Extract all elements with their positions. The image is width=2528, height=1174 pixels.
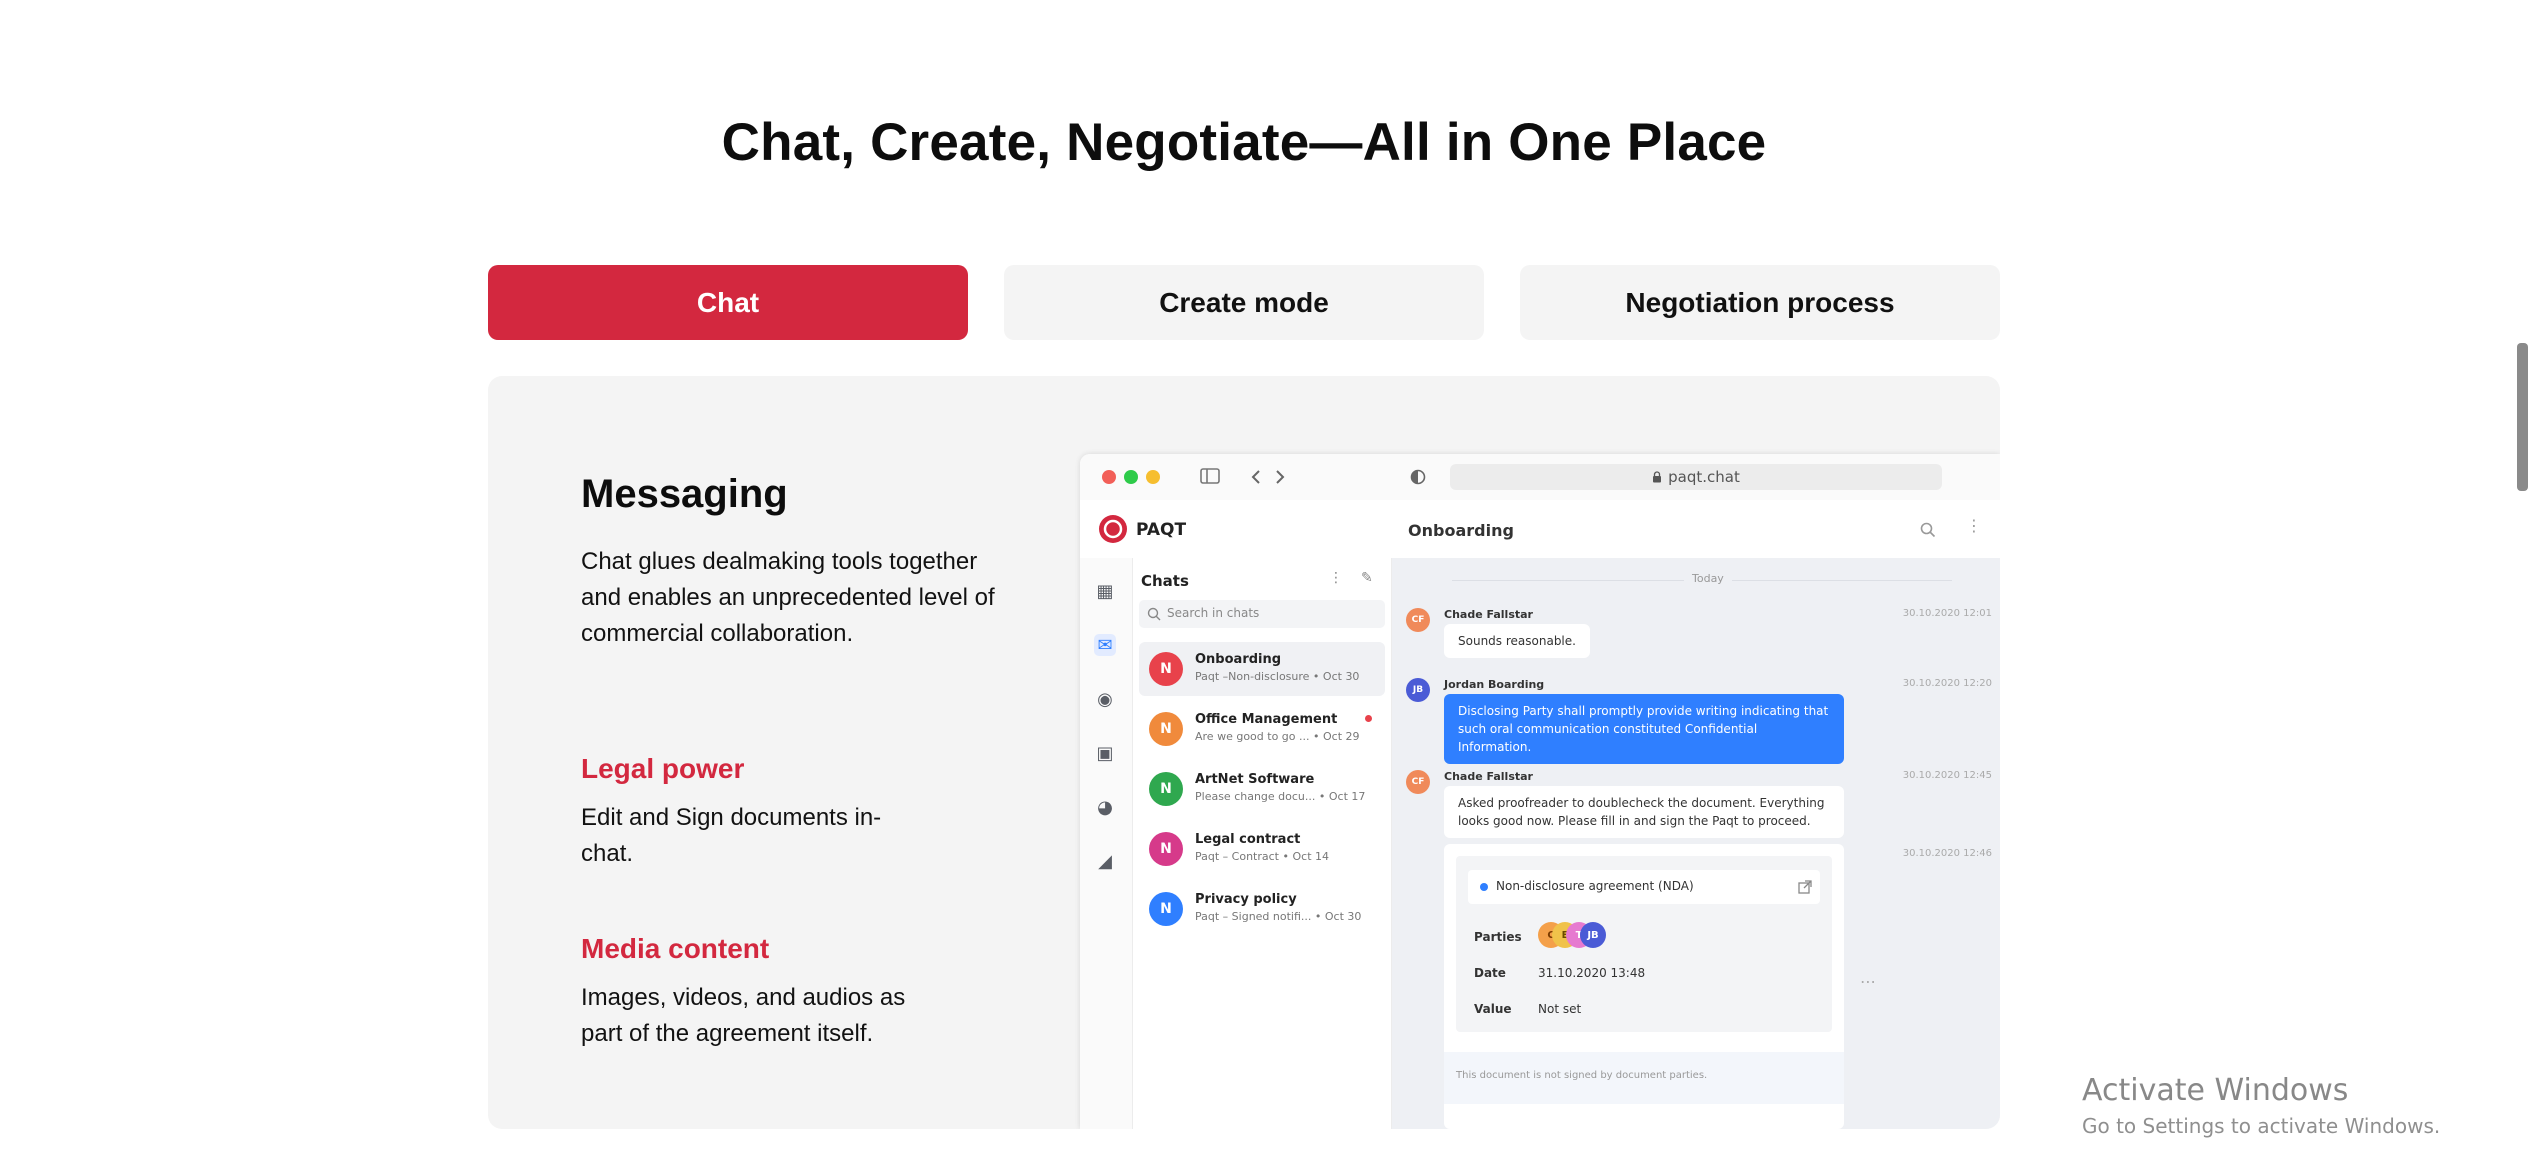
cards-icon[interactable]: ◢ [1094,850,1116,872]
chat-name: Office Management [1195,712,1338,727]
chat-avatar: N [1149,652,1183,686]
search-icon[interactable] [1920,522,1936,538]
document-footer: This document is not signed by document … [1444,1052,1844,1104]
message-time: 30.10.2020 12:20 [1902,678,1992,689]
url-text: paqt.chat [1668,468,1740,486]
chat-item[interactable]: N Office Management Are we good to go ..… [1139,702,1385,756]
message-bubble: Disclosing Party shall promptly provide … [1444,694,1844,764]
chat-preview: Please change docu... • Oct 17 [1195,790,1366,803]
chat-search-field[interactable]: Search in chats [1139,600,1385,628]
message-time: 30.10.2020 12:45 [1902,770,1992,781]
unread-badge [1365,715,1372,722]
chat-avatar: N [1149,712,1183,746]
compose-icon[interactable]: ✎ [1361,570,1373,586]
dashboard-icon[interactable]: ▦ [1094,580,1116,602]
tab-create-mode[interactable]: Create mode [1004,265,1484,340]
messaging-title: Messaging [581,472,788,516]
open-external-icon[interactable] [1798,880,1812,894]
back-arrow-icon [1251,470,1260,484]
media-content-title: Media content [581,933,770,964]
message-author: Chade Fallstar [1444,608,1533,621]
message-avatar: CF [1406,608,1430,632]
chat-preview: Paqt – Contract • Oct 14 [1195,850,1329,863]
more-options-icon[interactable]: ⋮ [1966,518,1982,534]
message-bubble: Asked proofreader to doublecheck the doc… [1444,786,1844,838]
chat-preview: Are we good to go ... • Oct 29 [1195,730,1360,743]
document-card-body: Non-disclosure agreement (NDA) Parties C… [1456,856,1832,1032]
chat-item[interactable]: N Privacy policy Paqt – Signed notifi...… [1139,882,1385,936]
chat-name: Privacy policy [1195,892,1297,907]
tab-negotiation-process[interactable]: Negotiation process [1520,265,2000,340]
chat-name: ArtNet Software [1195,772,1315,787]
chat-item[interactable]: N ArtNet Software Please change docu... … [1139,762,1385,816]
message-avatar: JB [1406,678,1430,702]
maximize-dot [1146,470,1160,484]
lock-icon [1653,471,1662,483]
message-avatar: CF [1406,770,1430,794]
chat-item[interactable]: N Legal contract Paqt – Contract • Oct 1… [1139,822,1385,876]
message-time: 30.10.2020 12:46 [1902,848,1992,859]
chat-avatar: N [1149,832,1183,866]
value-value: Not set [1538,1002,1582,1016]
chat-preview: Paqt – Signed notifi... • Oct 30 [1195,910,1362,923]
message-author: Chade Fallstar [1444,770,1533,783]
chat-preview: Paqt –Non-disclosure • Oct 30 [1195,670,1360,683]
date-value: 31.10.2020 13:48 [1538,966,1646,980]
chat-search-placeholder: Search in chats [1167,606,1260,620]
media-content-text: Images, videos, and audios as part of th… [581,984,906,1047]
parties-label: Parties [1474,930,1522,944]
watermark-title: Activate Windows [2082,1073,2349,1108]
party-avatar: JB [1580,922,1606,948]
feature-panel: Messaging Chat glues dealmaking tools to… [488,376,2000,1129]
message-bubble: Sounds reasonable. [1444,624,1590,658]
paqt-logo-icon [1099,515,1127,543]
shield-icon [1410,469,1426,485]
message-area: Today CF Chade Fallstar 30.10.2020 12:01… [1392,558,2000,1129]
document-card[interactable]: Non-disclosure agreement (NDA) Parties C… [1444,844,1844,1129]
chat-avatar: N [1149,892,1183,926]
close-dot [1102,470,1116,484]
contacts-icon[interactable]: ▣ [1094,742,1116,764]
date-label: Date [1474,966,1506,980]
message-time: 30.10.2020 12:01 [1902,608,1992,619]
legal-power-text: Edit and Sign documents in-chat. [581,804,882,867]
chats-header: Chats [1141,572,1189,590]
app-screenshot: paqt.chat PAQT Onboarding ⋮ ▦ ✉ ◉ ▣ ◕ ◢ … [1080,454,2000,1129]
document-title: Non-disclosure agreement (NDA) [1496,879,1694,893]
conversation-title: Onboarding [1408,521,1514,540]
forward-arrow-icon [1276,470,1285,484]
chat-search-icon [1147,607,1161,621]
target-icon[interactable]: ◉ [1094,688,1116,710]
palette-icon[interactable]: ◕ [1094,796,1116,818]
message-author: Jordan Boarding [1444,678,1545,691]
chat-avatar: N [1149,772,1183,806]
sidebar-toggle-icon [1200,468,1220,484]
brand-name: PAQT [1136,520,1187,540]
watermark-subtitle: Go to Settings to activate Windows. [2082,1114,2441,1138]
chat-nav-icon[interactable]: ✉ [1094,634,1116,656]
chat-list-more-icon[interactable]: ⋮ [1329,570,1343,586]
document-title-row: Non-disclosure agreement (NDA) [1468,870,1820,904]
app-header: PAQT Onboarding ⋮ [1080,500,2000,559]
page-scrollbar[interactable] [2517,343,2528,491]
page-title: Chat, Create, Negotiate—All in One Place [721,113,1767,172]
icon-rail: ▦ ✉ ◉ ▣ ◕ ◢ [1080,558,1133,1129]
chat-name: Legal contract [1195,832,1301,847]
chat-item[interactable]: N Onboarding Paqt –Non-disclosure • Oct … [1139,642,1385,696]
legal-power-title: Legal power [581,753,745,784]
tab-chat[interactable]: Chat [488,265,968,340]
minimize-dot [1124,470,1138,484]
chat-name: Onboarding [1195,652,1282,667]
document-footer-text: This document is not signed by document … [1456,1070,1708,1081]
value-label: Value [1474,1002,1512,1016]
url-bar: paqt.chat [1450,464,1942,490]
browser-titlebar: paqt.chat [1080,454,2000,501]
day-label: Today [1684,572,1732,585]
document-status-dot [1480,883,1488,891]
messaging-text: Chat glues dealmaking tools together and… [581,548,995,647]
message-more-icon[interactable]: ⋯ [1860,972,1876,991]
chat-list-panel: Chats ⋮ ✎ Search in chats N Onboarding P… [1133,558,1392,1129]
